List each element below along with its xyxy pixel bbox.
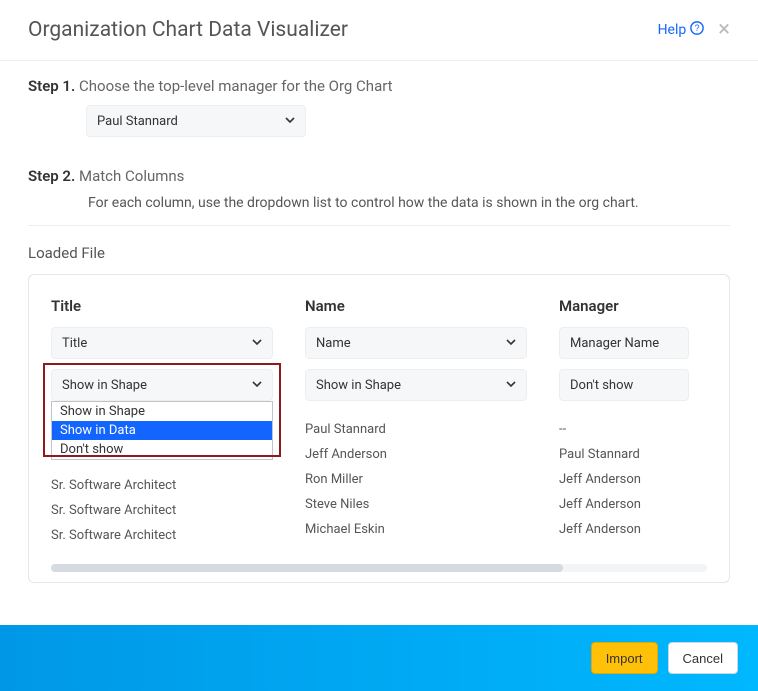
column-data-list: Sr. Software Architect Sr. Software Arch… xyxy=(51,473,273,548)
column-map-select[interactable]: Manager Name xyxy=(559,327,689,359)
list-item: Sr. Software Architect xyxy=(51,473,273,498)
step1-bold: Step 1. xyxy=(28,77,75,95)
list-item: Jeff Anderson xyxy=(559,517,719,542)
column-display-value: Show in Shape xyxy=(316,378,401,393)
column-display-select[interactable]: Don't show xyxy=(559,369,689,401)
list-item: -- xyxy=(559,417,719,442)
column-display-select[interactable]: Show in Shape xyxy=(305,369,527,401)
dialog-title: Organization Chart Data Visualizer xyxy=(28,18,348,42)
loaded-file-label: Loaded File xyxy=(28,244,730,262)
scrollbar-thumb[interactable] xyxy=(51,564,563,572)
top-manager-select[interactable]: Paul Stannard xyxy=(86,105,306,137)
column-manager: Manager Manager Name Don't show -- Paul … xyxy=(559,297,719,548)
list-item: Jeff Anderson xyxy=(305,442,527,467)
divider xyxy=(28,225,730,226)
column-display-value: Don't show xyxy=(570,378,633,393)
list-item: Paul Stannard xyxy=(559,442,719,467)
chevron-down-icon xyxy=(506,336,516,351)
file-panel: Title Title Show in Shape Show in Shape … xyxy=(28,274,730,583)
column-map-select[interactable]: Name xyxy=(305,327,527,359)
step1-text: Choose the top-level manager for the Org… xyxy=(79,77,393,95)
help-icon: ? xyxy=(690,21,704,39)
column-name: Name Name Show in Shape Paul Stannard Je… xyxy=(305,297,527,548)
dialog-body: Step 1. Choose the top-level manager for… xyxy=(0,61,758,583)
list-item: Jeff Anderson xyxy=(559,467,719,492)
column-map-value: Manager Name xyxy=(570,336,659,351)
list-item: Sr. Software Architect xyxy=(51,498,273,523)
list-item: Paul Stannard xyxy=(305,417,527,442)
dialog-header: Organization Chart Data Visualizer Help … xyxy=(0,0,758,61)
display-select-menu: Show in Shape Show in Data Don't show xyxy=(51,401,273,460)
chevron-down-icon xyxy=(285,114,295,129)
columns-row: Title Title Show in Shape Show in Shape … xyxy=(51,297,707,548)
list-item: Sr. Software Architect xyxy=(51,523,273,548)
header-actions: Help ? × xyxy=(658,19,730,41)
step2-bold: Step 2. xyxy=(28,167,75,185)
display-option[interactable]: Show in Data xyxy=(52,421,272,440)
list-item: Ron Miller xyxy=(305,467,527,492)
list-item: Michael Eskin xyxy=(305,517,527,542)
column-header: Name xyxy=(305,297,527,315)
close-icon[interactable]: × xyxy=(718,19,730,41)
column-display-select[interactable]: Show in Shape xyxy=(51,369,273,401)
column-data-list: -- Paul Stannard Jeff Anderson Jeff Ande… xyxy=(559,417,719,542)
help-link[interactable]: Help ? xyxy=(658,21,705,39)
chevron-down-icon xyxy=(506,378,516,393)
step2-block: Step 2. Match Columns For each column, u… xyxy=(28,167,730,211)
list-item: Steve Niles xyxy=(305,492,527,517)
column-header: Title xyxy=(51,297,273,315)
svg-text:?: ? xyxy=(695,23,700,33)
step2-text: Match Columns xyxy=(79,167,184,185)
display-option[interactable]: Don't show xyxy=(52,440,272,459)
step2-line: Step 2. Match Columns xyxy=(28,167,730,185)
column-map-value: Name xyxy=(316,336,351,351)
cancel-button[interactable]: Cancel xyxy=(668,642,738,674)
column-data-list: Paul Stannard Jeff Anderson Ron Miller S… xyxy=(305,417,527,542)
display-select-wrap: Show in Shape Show in Shape Show in Data… xyxy=(51,369,273,411)
horizontal-scrollbar[interactable] xyxy=(51,564,707,572)
list-item: Jeff Anderson xyxy=(559,492,719,517)
column-map-select[interactable]: Title xyxy=(51,327,273,359)
step1-line: Step 1. Choose the top-level manager for… xyxy=(28,77,730,95)
help-link-label: Help xyxy=(658,22,687,38)
column-map-value: Title xyxy=(62,336,87,351)
chevron-down-icon xyxy=(252,378,262,393)
step2-sub: For each column, use the dropdown list t… xyxy=(88,195,730,211)
column-header: Manager xyxy=(559,297,719,315)
top-manager-value: Paul Stannard xyxy=(97,114,178,129)
dialog-footer: Import Cancel xyxy=(0,625,758,691)
column-title: Title Title Show in Shape Show in Shape … xyxy=(51,297,273,548)
chevron-down-icon xyxy=(252,336,262,351)
import-button[interactable]: Import xyxy=(591,642,658,674)
display-option[interactable]: Show in Shape xyxy=(52,402,272,421)
column-display-value: Show in Shape xyxy=(62,378,147,393)
